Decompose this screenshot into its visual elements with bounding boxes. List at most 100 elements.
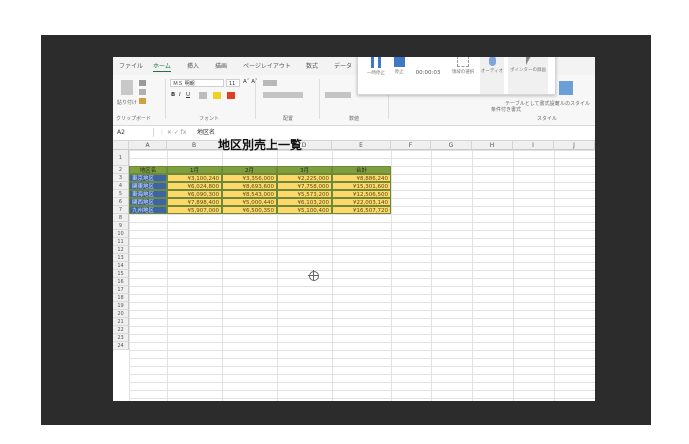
row-header[interactable]: 1 — [113, 150, 129, 166]
sales-value-cell[interactable]: ¥5,100,400 — [277, 206, 332, 214]
select-all-corner[interactable] — [113, 141, 129, 150]
tab-home[interactable]: ホーム — [153, 61, 171, 72]
table-header-cell[interactable]: 2月 — [222, 166, 277, 174]
row-header[interactable]: 8 — [113, 214, 129, 222]
sales-value-cell[interactable]: ¥8,886,240 — [332, 174, 391, 182]
align-group-label: 配置 — [283, 116, 294, 122]
sales-value-cell[interactable]: ¥5,573,200 — [277, 190, 332, 198]
row-header[interactable]: 3 — [113, 174, 129, 182]
row-header[interactable]: 15 — [113, 270, 129, 278]
paste-icon[interactable] — [121, 80, 133, 95]
pause-button[interactable]: 一時停止 — [364, 57, 388, 94]
region-name-cell[interactable]: 九州地区 — [129, 206, 167, 214]
region-name-cell[interactable]: 東京地区 — [129, 174, 167, 182]
row-header[interactable]: 2 — [113, 166, 129, 174]
sales-value-cell[interactable]: ¥7,758,000 — [277, 182, 332, 190]
sales-value-cell[interactable]: ¥3,100,240 — [167, 174, 222, 182]
bold-icon[interactable]: B — [171, 92, 175, 98]
row-header[interactable]: 5 — [113, 190, 129, 198]
tab-file[interactable]: ファイル — [119, 61, 143, 70]
sales-value-cell[interactable]: ¥15,301,600 — [332, 182, 391, 190]
italic-icon[interactable]: I — [179, 92, 181, 98]
cut-icon[interactable] — [139, 80, 146, 86]
font-color-icon[interactable] — [227, 92, 235, 99]
border-icon[interactable] — [199, 92, 207, 99]
clipboard-group-label: クリップボード — [116, 116, 152, 122]
style-group-label: スタイル — [537, 116, 558, 122]
record-pointer-button[interactable]: ポインターの録画 — [508, 57, 548, 94]
row-header[interactable]: 18 — [113, 294, 129, 302]
audio-button[interactable]: オーディオ — [480, 57, 504, 94]
sales-value-cell[interactable]: ¥12,506,500 — [332, 190, 391, 198]
row-header[interactable]: 14 — [113, 262, 129, 270]
sheet-title[interactable]: 地区別売上一覧 — [129, 136, 391, 153]
copy-icon[interactable] — [139, 89, 146, 95]
stop-button[interactable]: 停止 — [390, 57, 408, 94]
sales-value-cell[interactable]: ¥6,024,800 — [167, 182, 222, 190]
sales-value-cell[interactable]: ¥6,500,350 — [222, 206, 277, 214]
row-header[interactable]: 23 — [113, 334, 129, 342]
row-header[interactable]: 6 — [113, 198, 129, 206]
table-header-cell[interactable]: 合計 — [332, 166, 391, 174]
cell-style-label[interactable]: セルのスタイル — [555, 100, 590, 107]
fill-color-icon[interactable] — [213, 92, 221, 99]
row-header[interactable]: 22 — [113, 326, 129, 334]
col-header-f[interactable]: F — [391, 141, 431, 150]
tab-insert[interactable]: 挿入 — [187, 61, 199, 70]
region-name-cell[interactable]: 関西地区 — [129, 198, 167, 206]
format-painter-icon[interactable] — [139, 98, 146, 104]
row-header[interactable]: 16 — [113, 278, 129, 286]
row-header[interactable]: 19 — [113, 302, 129, 310]
pointer-icon — [525, 57, 531, 65]
table-header-cell[interactable]: 1月 — [167, 166, 222, 174]
sales-value-cell[interactable]: ¥2,225,000 — [277, 174, 332, 182]
sales-value-cell[interactable]: ¥8,543,000 — [222, 190, 277, 198]
select-area-button[interactable]: 領域の選択 — [450, 57, 476, 94]
formula-bar-icons[interactable]: ⋮ ✕ ✓ fx — [159, 129, 186, 136]
row-header[interactable]: 10 — [113, 230, 129, 238]
row-header[interactable]: 24 — [113, 342, 129, 350]
col-header-g[interactable]: G — [431, 141, 472, 150]
row-header[interactable]: 20 — [113, 310, 129, 318]
row-header[interactable]: 13 — [113, 254, 129, 262]
tab-page-layout[interactable]: ページレイアウト — [243, 61, 291, 70]
table-header-cell[interactable]: 3月 — [277, 166, 332, 174]
tab-formulas[interactable]: 数式 — [306, 61, 318, 70]
cell-style-icon[interactable] — [559, 81, 573, 95]
cond-format-label[interactable]: 条件付き書式 — [491, 106, 521, 113]
font-size-select[interactable]: 11 — [226, 79, 240, 87]
row-header[interactable]: 7 — [113, 206, 129, 214]
underline-icon[interactable]: U — [186, 92, 190, 98]
align-icons[interactable] — [263, 92, 303, 98]
sales-value-cell[interactable]: ¥16,507,720 — [332, 206, 391, 214]
sales-value-cell[interactable]: ¥3,356,000 — [222, 174, 277, 182]
tab-draw[interactable]: 描画 — [215, 61, 227, 70]
row-header[interactable]: 12 — [113, 246, 129, 254]
pause-icon — [371, 57, 381, 68]
row-header[interactable]: 21 — [113, 318, 129, 326]
col-header-h[interactable]: H — [472, 141, 513, 150]
align-top-icon[interactable] — [263, 80, 277, 86]
number-format-icons[interactable] — [325, 92, 351, 98]
sales-value-cell[interactable]: ¥5,907,000 — [167, 206, 222, 214]
col-header-j[interactable]: J — [554, 141, 595, 150]
col-header-i[interactable]: I — [513, 141, 554, 150]
font-name-select[interactable]: ＭＳ 明朝 — [170, 79, 224, 87]
sales-value-cell[interactable]: ¥6,090,300 — [167, 190, 222, 198]
table-header-cell[interactable]: 地区名 — [129, 166, 167, 174]
tab-data[interactable]: データ — [334, 61, 352, 70]
region-name-cell[interactable]: 関東地区 — [129, 182, 167, 190]
row-header[interactable]: 4 — [113, 182, 129, 190]
sales-value-cell[interactable]: ¥22,003,140 — [332, 198, 391, 206]
row-header[interactable]: 11 — [113, 238, 129, 246]
sales-value-cell[interactable]: ¥7,898,400 — [167, 198, 222, 206]
excel-window: ファイル ホーム 挿入 描画 ページレイアウト 数式 データ 貼り付け クリップ… — [113, 57, 595, 401]
table-format-label[interactable]: テーブルとして書式設定 — [505, 100, 560, 107]
region-name-cell[interactable]: 東海地区 — [129, 190, 167, 198]
sales-value-cell[interactable]: ¥6,103,200 — [277, 198, 332, 206]
number-group-label: 数値 — [349, 116, 360, 122]
row-header[interactable]: 9 — [113, 222, 129, 230]
sales-value-cell[interactable]: ¥5,000,440 — [222, 198, 277, 206]
row-header[interactable]: 17 — [113, 286, 129, 294]
sales-value-cell[interactable]: ¥8,693,600 — [222, 182, 277, 190]
